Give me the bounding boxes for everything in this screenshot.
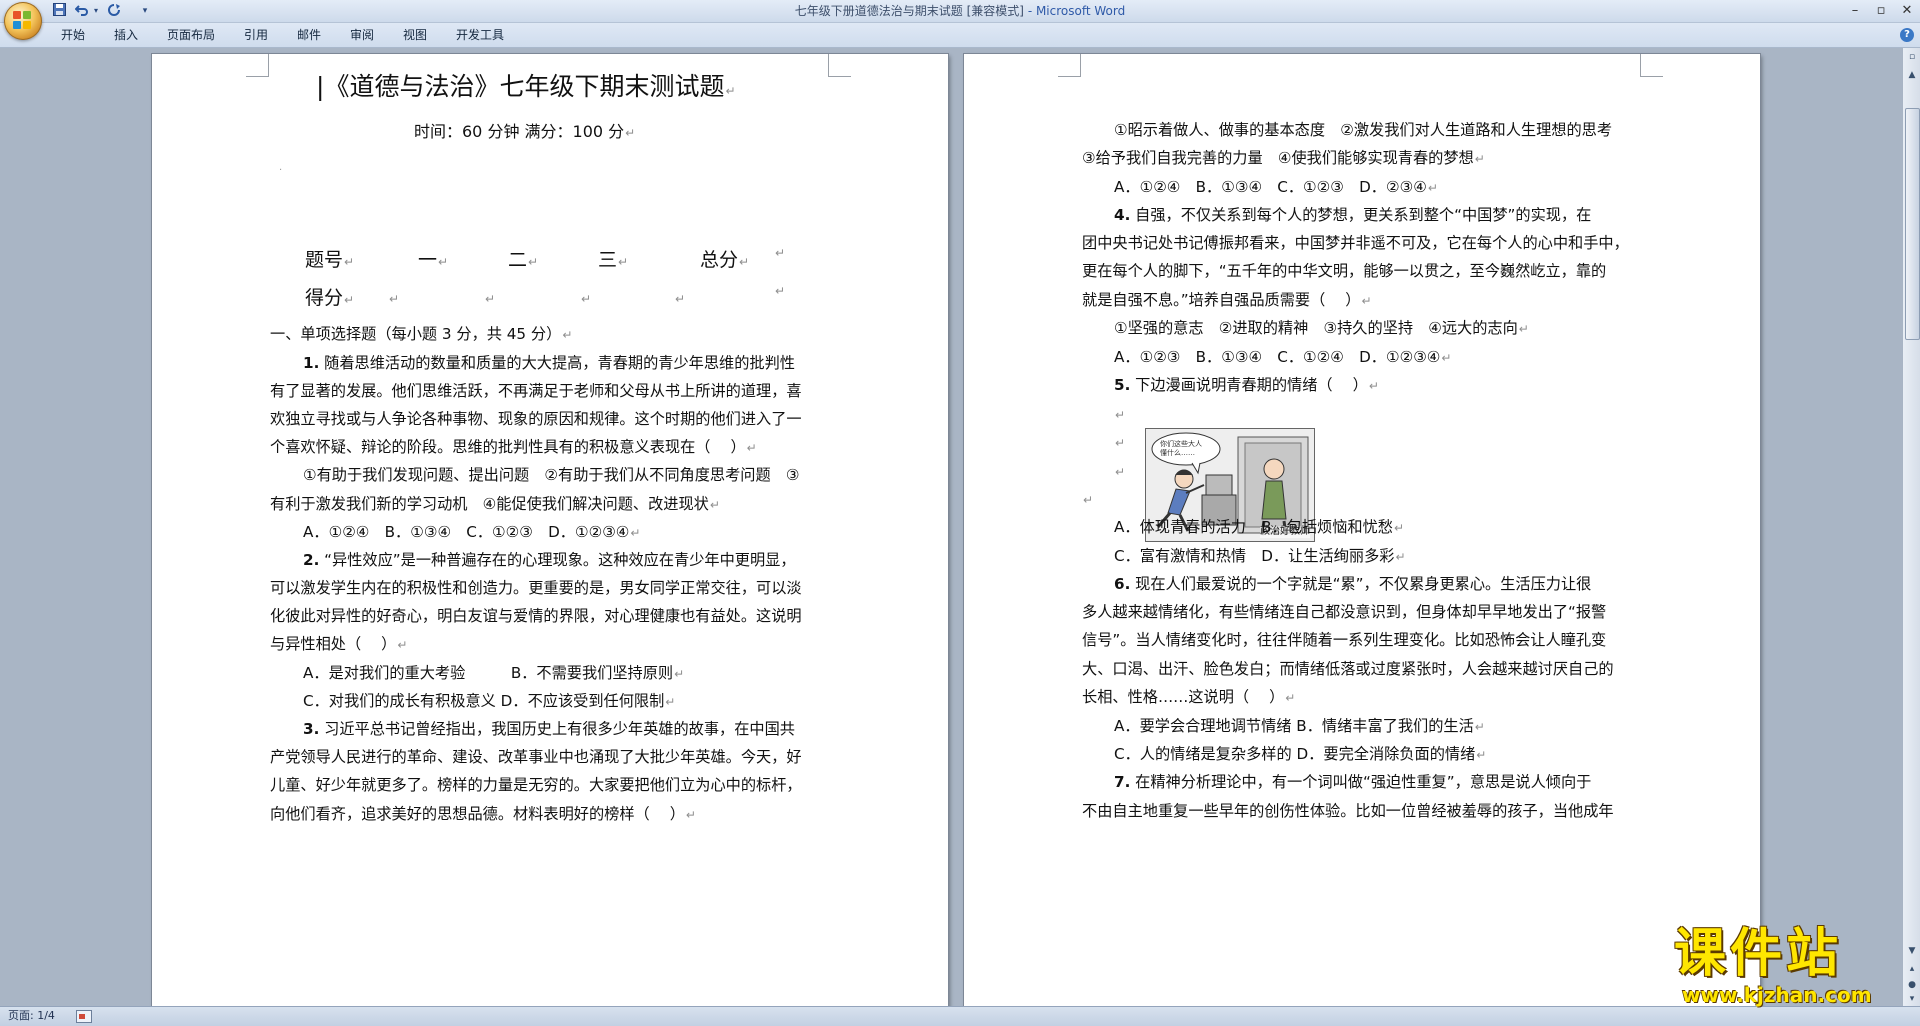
question-5-line: 5. 下边漫画说明青春期的情绪（ ）↵	[1114, 376, 1379, 394]
office-button[interactable]	[4, 2, 42, 40]
question-7-line: 7. 在精神分析理论中，有一个词叫做“强迫性重复”，意思是说人倾向于	[1114, 773, 1592, 791]
watermark-url: www.kjzhan.com	[1682, 983, 1872, 1007]
tab-review[interactable]: 审阅	[350, 28, 374, 42]
score-cell[interactable]: ↵	[580, 288, 591, 309]
question-3-line: 儿童、好少年就更多了。榜样的力量是无穷的。大家要把他们立为心中的标杆，	[270, 776, 802, 794]
office-logo-icon	[13, 11, 33, 31]
score-table-row-label: 得分↵	[305, 287, 355, 309]
question-4-options: ①坚强的意志 ②进取的精神 ③持久的坚持 ④远大的志向↵	[1114, 319, 1529, 337]
minimize-icon[interactable]: –	[1844, 2, 1866, 20]
question-6-line: 6. 现在人们最爱说的一个字就是“累”，不仅累身更累心。生活压力让很	[1114, 575, 1592, 593]
question-5-answers: A．体现青春的活力 B．包括烦恼和忧愁↵	[1114, 518, 1405, 536]
paragraph-mark: ↵	[1083, 493, 1094, 507]
question-3-line: 3. 习近平总书记曾经指出，我国历史上有很多少年英雄的故事，在中国共	[303, 720, 795, 738]
question-6-line: 多人越来越情绪化，有些情绪连自己都没意识到，但身体却早早地发出了“报警	[1082, 603, 1607, 621]
question-3-line: 向他们看齐，追求美好的思想品德。材料表明好的榜样（ ）↵	[270, 805, 696, 823]
question-6-line: 信号”。当人情绪变化时，往往伴随着一系列生理变化。比如恐怖会让人瞳孔变	[1082, 631, 1607, 649]
scroll-up-icon[interactable]: ▲	[1905, 68, 1919, 82]
score-table-header-3: 三↵	[598, 249, 629, 271]
question-1-line: 个喜欢怀疑、辩论的阶段。思维的批判性具有的积极意义表现在（ ）↵	[270, 438, 757, 456]
question-4-line: 4. 自强，不仅关系到每个人的梦想，更关系到整个“中国梦”的实现，在	[1114, 206, 1592, 224]
document-title: |《道德与法治》七年级下期末测试题↵	[316, 72, 736, 101]
question-3-line: 产党领导人民进行的革命、建设、改革事业中也涌现了大批少年英雄。今天，好	[270, 748, 802, 766]
question-6-answers: C．人的情绪是复杂多样的 D．要完全消除负面的情绪↵	[1114, 745, 1487, 763]
question-2-line: 2. “异性效应”是一种普遍存在的心理现象。这种效应在青少年中更明显，	[303, 551, 796, 569]
table-end-mark: ↵	[775, 246, 786, 260]
question-7-line: 不由自主地重复一些早年的创伤性体验。比如一位曾经被羞辱的孩子，当他成年	[1082, 802, 1614, 820]
question-3-options: ①昭示着做人、做事的基本态度 ②激发我们对人生道路和人生理想的思考	[1114, 121, 1613, 139]
question-4-answers: A．①②③ B．①③④ C．①②④ D．①②③④↵	[1114, 348, 1452, 366]
tab-developer[interactable]: 开发工具	[456, 28, 504, 42]
question-2-answers: A．是对我们的重大考验 B．不需要我们坚持原则↵	[303, 664, 685, 682]
tab-view[interactable]: 视图	[403, 28, 427, 42]
paragraph-mark: ↵	[1115, 408, 1126, 422]
crop-mark	[1058, 54, 1081, 77]
scrollbar-thumb[interactable]	[1905, 108, 1920, 340]
question-6-line: 长相、性格……这说明（ ）↵	[1082, 688, 1296, 706]
question-6-line: 大、口渴、出汗、脸色发白；而情绪低落或过度紧张时，人会越来越讨厌自己的	[1082, 660, 1614, 678]
status-bar: 页面: 1/4	[0, 1006, 1920, 1026]
close-icon[interactable]: ✕	[1896, 2, 1918, 20]
svg-text:你们这些大人: 你们这些大人	[1160, 439, 1202, 448]
crop-mark	[828, 54, 851, 77]
table-end-mark: ↵	[775, 284, 786, 298]
question-1-answers: A．①②④ B．①③④ C．①②③ D．①②③④↵	[303, 523, 641, 541]
score-cell[interactable]: ↵	[388, 288, 399, 309]
score-table-header-2: 二↵	[508, 249, 539, 271]
crop-mark	[1640, 54, 1663, 77]
question-6-answers: A．要学会合理地调节情绪 B．情绪丰富了我们的生活↵	[1114, 717, 1485, 735]
empty-paragraph-mark: ·	[279, 165, 283, 176]
ruler-toggle-icon[interactable]: ▫	[1905, 50, 1919, 64]
section-heading: 一、单项选择题（每小题 3 分，共 45 分）↵	[270, 325, 573, 343]
crop-mark	[246, 54, 269, 77]
page-count-status[interactable]: 页面: 1/4	[8, 1009, 55, 1023]
question-4-line: 团中央书记处书记傅振邦看来，中国梦并非遥不可及，它在每个人的心中和手中，	[1082, 234, 1629, 252]
tab-references[interactable]: 引用	[244, 28, 268, 42]
svg-text:懂什么……: 懂什么……	[1160, 448, 1195, 457]
tab-home[interactable]: 开始	[61, 28, 85, 42]
help-icon[interactable]: ?	[1900, 28, 1914, 42]
watermark-logo: 课件站 www.kjzhan.com	[1670, 924, 1910, 1006]
document-page-1[interactable]: |《道德与法治》七年级下期末测试题↵ 时间：60 分钟 满分：100 分↵ · …	[152, 54, 948, 1006]
document-page-2[interactable]: ①昭示着做人、做事的基本态度 ②激发我们对人生道路和人生理想的思考 ③给予我们自…	[964, 54, 1760, 1006]
watermark-text: 课件站	[1674, 924, 1843, 984]
tab-insert[interactable]: 插入	[114, 28, 138, 42]
score-table-header-label: 题号↵	[305, 249, 355, 271]
question-1-line: 欢独立寻找或与人争论各种事物、现象的原因和规律。这个时期的他们进入了一	[270, 410, 802, 428]
question-1-options: 有利于激发我们新的学习动机 ④能促使我们解决问题、改进现状↵	[270, 495, 720, 513]
score-cell[interactable]: ↵	[484, 288, 495, 309]
restore-icon[interactable]: ▫	[1870, 2, 1892, 20]
question-2-line: 化彼此对异性的好奇心，明白友谊与爱情的界限，对心理健康也有益处。这说明	[270, 607, 802, 625]
question-2-line: 可以激发学生内在的积极性和创造力。更重要的是，男女同学正常交往，可以淡	[270, 579, 802, 597]
paragraph-mark: ↵	[1115, 465, 1126, 479]
question-4-line: 更在每个人的脚下，“五千年的中华文明，能够一以贯之，至今巍然屹立，靠的	[1082, 262, 1607, 280]
vertical-scrollbar[interactable]: ▫ ▲ ▼ ▴ ● ▾	[1902, 48, 1920, 1006]
proofing-icon[interactable]	[76, 1010, 92, 1023]
question-1-options: ①有助于我们发现问题、提出问题 ②有助于我们从不同角度思考问题 ③	[303, 466, 800, 484]
question-1-line: 有了显著的发展。他们思维活跃，不再满足于老师和父母从书上所讲的道理，喜	[270, 382, 802, 400]
question-2-line: 与异性相处（ ）↵	[270, 635, 408, 653]
score-table-header-total: 总分↵	[700, 249, 750, 271]
question-3-answers: A．①②④ B．①③④ C．①②③ D．②③④↵	[1114, 178, 1438, 196]
score-cell[interactable]: ↵	[674, 288, 685, 309]
window-title: 七年级下册道德法治与期末试题 [兼容模式] - Microsoft Word	[794, 4, 1126, 18]
tab-page-layout[interactable]: 页面布局	[167, 28, 215, 42]
title-bar: ▾ ▾ 七年级下册道德法治与期末试题 [兼容模式] - Microsoft Wo…	[0, 0, 1920, 40]
ribbon-tab-bar: 开始 插入 页面布局 引用 邮件 审阅 视图 开发工具 ?	[0, 23, 1920, 48]
question-2-answers: C．对我们的成长有积极意义 D．不应该受到任何限制↵	[303, 692, 676, 710]
question-4-line: 就是自强不息。”培养自强品质需要（ ）↵	[1082, 291, 1372, 309]
document-workspace: |《道德与法治》七年级下期末测试题↵ 时间：60 分钟 满分：100 分↵ · …	[0, 48, 1900, 1006]
question-1-line: 1. 随着思维活动的数量和质量的大大提高，青春期的青少年思维的批判性	[303, 354, 795, 372]
question-3-options: ③给予我们自我完善的力量 ④使我们能够实现青春的梦想↵	[1082, 149, 1485, 167]
document-subtitle: 时间：60 分钟 满分：100 分↵	[414, 122, 636, 141]
paragraph-mark: ↵	[1115, 436, 1126, 450]
score-table-header-1: 一↵	[418, 249, 449, 271]
tab-mailings[interactable]: 邮件	[297, 28, 321, 42]
question-5-answers: C．富有激情和热情 D．让生活绚丽多彩↵	[1114, 547, 1406, 565]
